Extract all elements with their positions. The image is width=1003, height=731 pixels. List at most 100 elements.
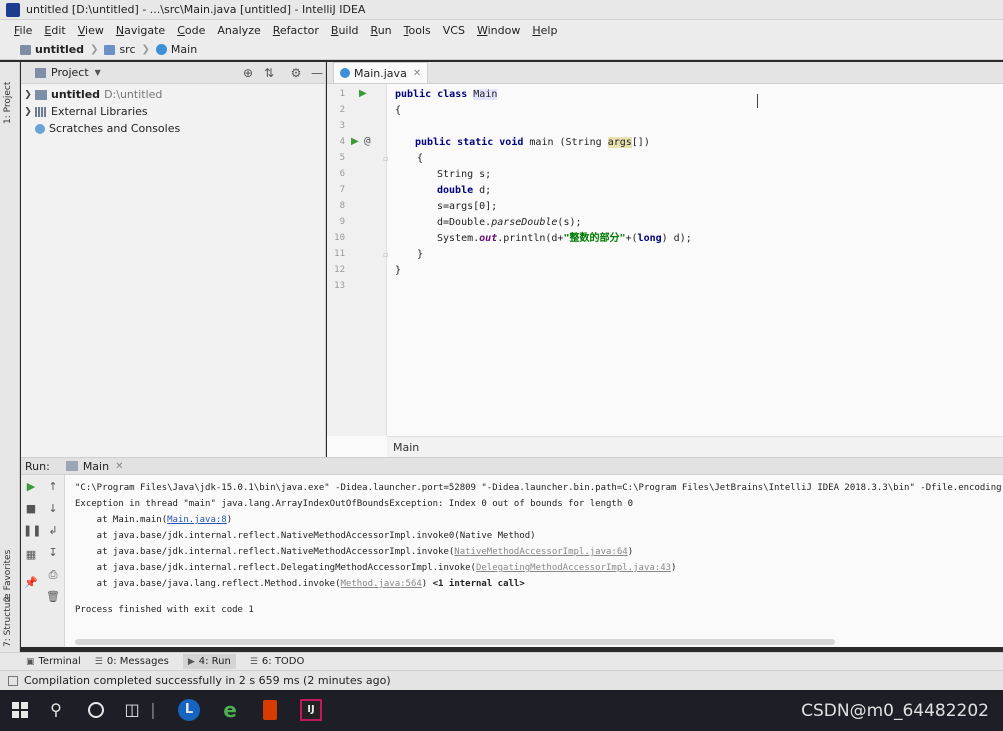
menu-build[interactable]: Build (331, 24, 359, 37)
tree-node-external-libraries[interactable]: ❯ External Libraries (21, 103, 325, 120)
locate-file-icon[interactable]: ⊕ (241, 66, 255, 80)
code-line-11: } (417, 249, 424, 260)
menu-run[interactable]: Run (371, 24, 392, 37)
trash-icon[interactable]: 🗑 (45, 589, 61, 605)
code-line-2: { (395, 105, 402, 116)
editor-gutter: 1 2 3 4 5 6 7 8 9 10 11 12 13 ▶ ▶ @ ▫ ▫ (327, 84, 388, 436)
edge-browser-icon[interactable]: e (218, 698, 242, 722)
stack-frame-3: at java.base/jdk.internal.reflect.Native… (75, 547, 634, 557)
status-toggle-icon[interactable] (8, 675, 18, 686)
menu-vcs[interactable]: VCS (443, 24, 465, 37)
down-arrow-icon[interactable]: ↓ (45, 501, 61, 517)
module-folder-icon (35, 89, 47, 100)
stack-link-delegating[interactable]: DelegatingMethodAccessorImpl.java:43 (476, 563, 671, 573)
footer-class-main[interactable]: Main (393, 441, 419, 454)
annotation-at-icon[interactable]: @ (364, 134, 371, 147)
chevron-down-icon[interactable]: ▼ (95, 68, 101, 77)
code-editor: Main.java ✕ 1 2 3 4 5 6 7 8 9 10 11 12 1… (327, 62, 1003, 457)
tab-terminal[interactable]: ▣ Terminal (26, 656, 81, 667)
stack-link-native[interactable]: NativeMethodAccessorImpl.java:64 (454, 547, 627, 557)
left-tool-strip: 1: Project 2: Favorites 7: Structure (0, 62, 20, 652)
hide-panel-icon[interactable]: — (310, 66, 324, 80)
tab-run[interactable]: ▶ 4: Run (182, 654, 236, 669)
cortana-icon[interactable] (88, 702, 104, 718)
breadcrumb-separator-icon: ❯ (141, 44, 150, 55)
java-class-icon (340, 68, 350, 78)
todo-icon: ☰ (249, 656, 258, 667)
layout-icon[interactable]: ▦ (23, 547, 39, 563)
intellij-taskbar-icon[interactable]: IJ (300, 699, 322, 721)
stack-link-main[interactable]: Main.java:8 (167, 515, 227, 525)
editor-tab-main-java[interactable]: Main.java ✕ (333, 62, 429, 83)
tree-node-untitled[interactable]: ❯ untitled D:\untitled (21, 86, 325, 103)
menu-window[interactable]: Window (477, 24, 520, 37)
watermark-text: CSDN@m0_64482202 (801, 701, 989, 721)
menu-bar: File Edit View Navigate Code Analyze Ref… (0, 20, 1003, 40)
task-view-icon[interactable]: ◫ (120, 698, 144, 722)
close-icon[interactable]: ✕ (115, 461, 123, 472)
breadcrumb-file[interactable]: Main (155, 43, 197, 56)
project-panel: Project ▼ ⊕ ⇅ ⚙ — ❯ untitled D:\untitled… (21, 62, 326, 457)
gear-icon[interactable]: ⚙ (289, 66, 303, 80)
print-icon[interactable]: ⎙ (45, 567, 61, 583)
collapse-all-icon[interactable]: ⇅ (262, 66, 276, 80)
tree-node-scratches[interactable]: Scratches and Consoles (21, 120, 325, 137)
menu-file[interactable]: File (14, 24, 32, 37)
office-app-icon[interactable] (263, 700, 277, 720)
menu-code[interactable]: Code (177, 24, 205, 37)
tab-todo[interactable]: ☰ 6: TODO (250, 656, 305, 667)
code-line-7: double d; (437, 185, 492, 196)
stack-frame-1: at Main.main(Main.java:8) (75, 515, 233, 525)
scratches-icon (35, 123, 45, 134)
structure-tool-window-button[interactable]: 7: Structure (3, 594, 13, 648)
scroll-to-end-icon[interactable]: ↧ (45, 545, 61, 561)
menu-navigate[interactable]: Navigate (116, 24, 165, 37)
project-panel-header: Project ▼ ⊕ ⇅ ⚙ — (21, 62, 325, 84)
breadcrumb-project[interactable]: untitled (20, 43, 84, 56)
tab-messages[interactable]: ☰ 0: Messages (95, 656, 169, 667)
search-icon[interactable]: ⚲ (44, 698, 68, 722)
stack-link-method[interactable]: Method.java:564 (341, 579, 422, 589)
fold-icon[interactable]: ▫ (383, 154, 388, 163)
pin-icon[interactable]: 📌 (23, 575, 39, 591)
menu-analyze[interactable]: Analyze (217, 24, 260, 37)
close-icon[interactable]: ✕ (413, 68, 421, 79)
menu-view[interactable]: View (78, 24, 104, 37)
run-toolbar: ▶ ↑ ■ ↓ ❚❚ ↲ ▦ ↧ ⎙ 📌 🗑 (21, 475, 65, 647)
project-view-selector[interactable]: Project (51, 66, 89, 79)
chevron-right-icon[interactable]: ❯ (21, 107, 35, 117)
chevron-right-icon[interactable]: ❯ (21, 90, 35, 100)
breadcrumb-separator-icon: ❯ (90, 44, 99, 55)
breadcrumb: untitled ❯ src ❯ Main (0, 40, 1003, 60)
project-tool-window-button[interactable]: 1: Project (3, 82, 13, 124)
menu-edit[interactable]: Edit (44, 24, 65, 37)
pause-icon[interactable]: ❚❚ (23, 523, 41, 539)
console-output[interactable]: "C:\Program Files\Java\jdk-15.0.1\bin\ja… (65, 475, 1003, 647)
rerun-icon[interactable]: ▶ (23, 479, 39, 495)
menu-refactor[interactable]: Refactor (273, 24, 319, 37)
stack-frame-2: at java.base/jdk.internal.reflect.Native… (75, 531, 536, 541)
project-folder-icon (20, 44, 31, 55)
status-message[interactable]: Compilation completed successfully in 2 … (24, 674, 391, 687)
up-arrow-icon[interactable]: ↑ (45, 479, 61, 495)
soft-wrap-icon[interactable]: ↲ (45, 523, 61, 539)
menu-tools[interactable]: Tools (404, 24, 431, 37)
stop-icon[interactable]: ■ (23, 501, 39, 517)
fold-icon[interactable]: ▫ (383, 250, 388, 259)
horizontal-scrollbar[interactable] (75, 639, 835, 645)
run-main-icon[interactable]: ▶ (351, 136, 359, 147)
stack-frame-5: at java.base/java.lang.reflect.Method.in… (75, 579, 525, 589)
run-tab-main[interactable]: Main ✕ (65, 460, 123, 473)
console-exception: Exception in thread "main" java.lang.Arr… (75, 499, 634, 509)
windows-start-icon[interactable] (12, 702, 28, 718)
java-class-icon (155, 44, 167, 55)
menu-help[interactable]: Help (532, 24, 557, 37)
lenovo-app-icon[interactable]: L (178, 699, 200, 721)
status-bar: Compilation completed successfully in 2 … (0, 670, 1003, 690)
console-exit-status: Process finished with exit code 1 (75, 605, 254, 615)
code-area[interactable]: public class Main { public static void m… (395, 84, 995, 436)
internal-call-fold[interactable]: <1 internal call> (433, 579, 525, 589)
run-class-icon[interactable]: ▶ (359, 88, 367, 99)
code-line-4: public static void main (String args[]) (415, 137, 650, 148)
breadcrumb-src[interactable]: src (104, 43, 136, 56)
